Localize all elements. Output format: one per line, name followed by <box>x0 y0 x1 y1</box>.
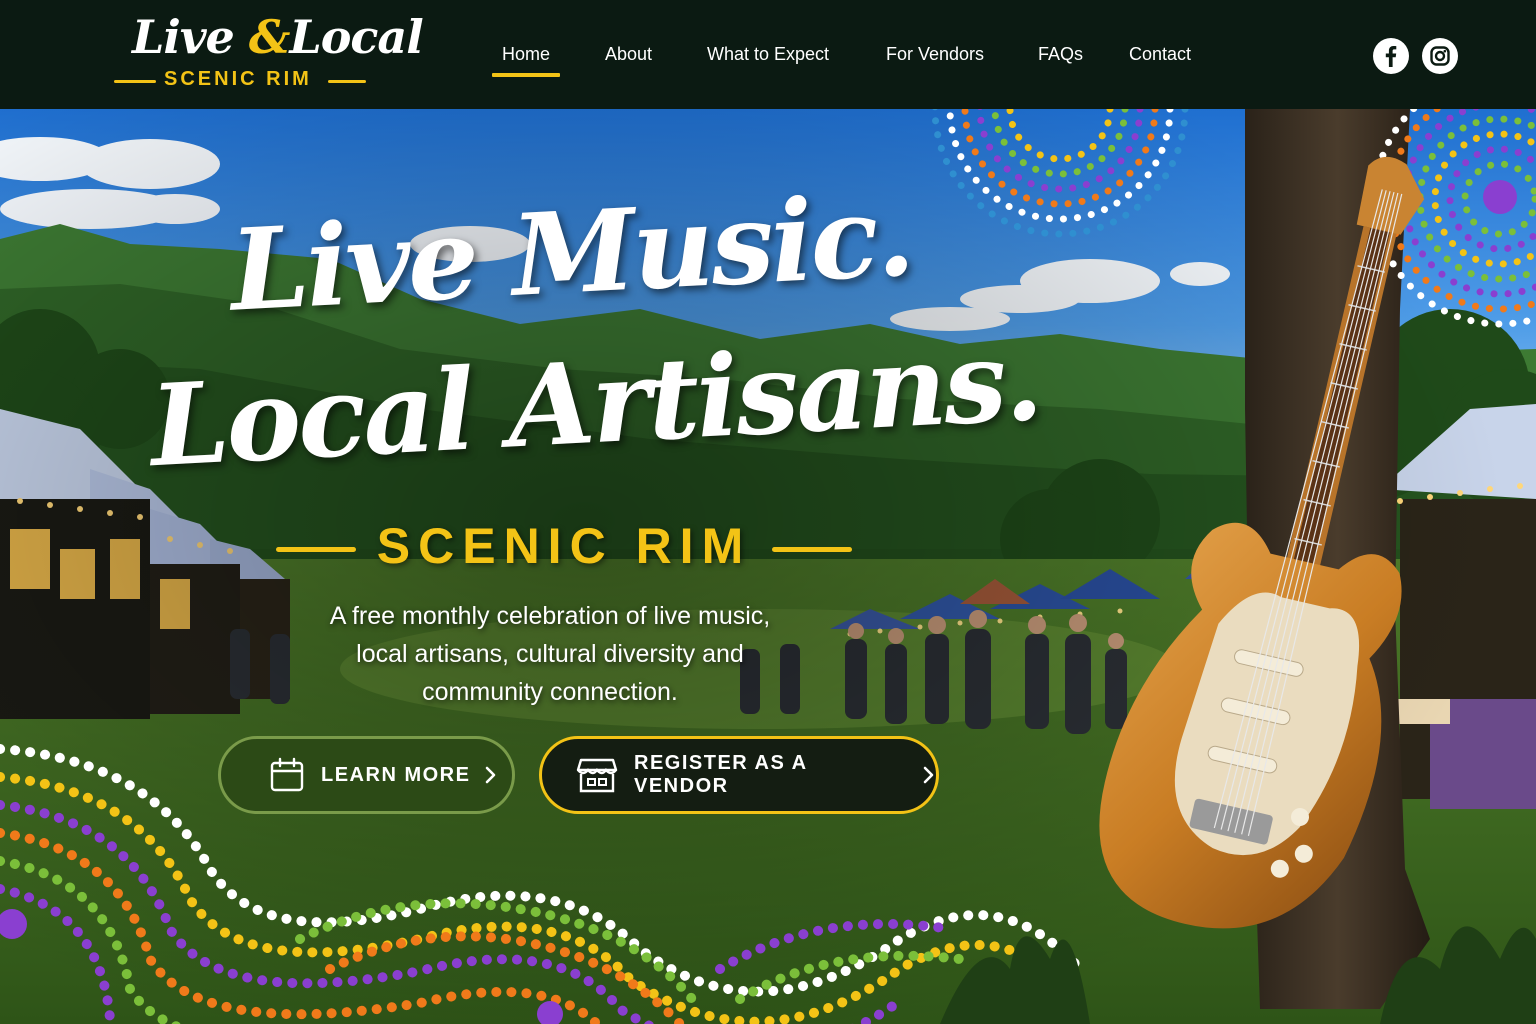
market-stall-icon <box>576 756 618 794</box>
logo-dash-right <box>328 80 366 83</box>
nav-faqs[interactable]: FAQs <box>1038 44 1083 65</box>
tagline-line-3: community connection. <box>422 678 678 706</box>
hero-tagline: A free monthly celebration of live music… <box>250 597 850 711</box>
nav-for-vendors[interactable]: For Vendors <box>886 44 984 65</box>
chevron-right-icon <box>922 765 936 785</box>
hero-section: Live Music. Local Artisans. SCENIC RIM A… <box>0 109 1536 1024</box>
nav-about[interactable]: About <box>605 44 652 65</box>
logo-ampersand: & <box>248 10 291 64</box>
learn-more-button[interactable]: LEARN MORE <box>218 736 515 814</box>
hero-sub-brand: SCENIC RIM <box>276 517 852 577</box>
register-vendor-label: REGISTER AS A VENDOR <box>634 752 807 797</box>
logo-wordmark: Live &Local <box>132 10 424 64</box>
nav-home[interactable]: Home <box>491 44 561 77</box>
chevron-right-icon <box>484 765 498 785</box>
logo-subtitle: SCENIC RIM <box>164 68 312 90</box>
site-logo[interactable]: Live &Local SCENIC RIM <box>112 8 424 98</box>
register-vendor-button[interactable]: REGISTER AS A VENDOR <box>539 736 939 814</box>
tagline-line-2: local artisans, cultural diversity and <box>356 640 744 668</box>
learn-more-label: LEARN MORE <box>321 763 471 786</box>
logo-word-local: Local <box>289 10 423 64</box>
tagline-line-1: A free monthly celebration of live music… <box>329 602 771 630</box>
calendar-icon <box>269 757 305 793</box>
logo-word-live: Live <box>132 10 235 64</box>
site-header: Live &Local SCENIC RIM Home About What t… <box>0 0 1536 109</box>
sub-brand-text: SCENIC RIM <box>376 518 752 574</box>
logo-dash-left <box>114 80 156 83</box>
instagram-icon[interactable] <box>1422 38 1458 74</box>
sub-brand-dash-right <box>772 547 852 552</box>
nav-what-to-expect[interactable]: What to Expect <box>707 44 829 65</box>
facebook-icon[interactable] <box>1373 38 1409 74</box>
nav-contact[interactable]: Contact <box>1129 44 1191 65</box>
